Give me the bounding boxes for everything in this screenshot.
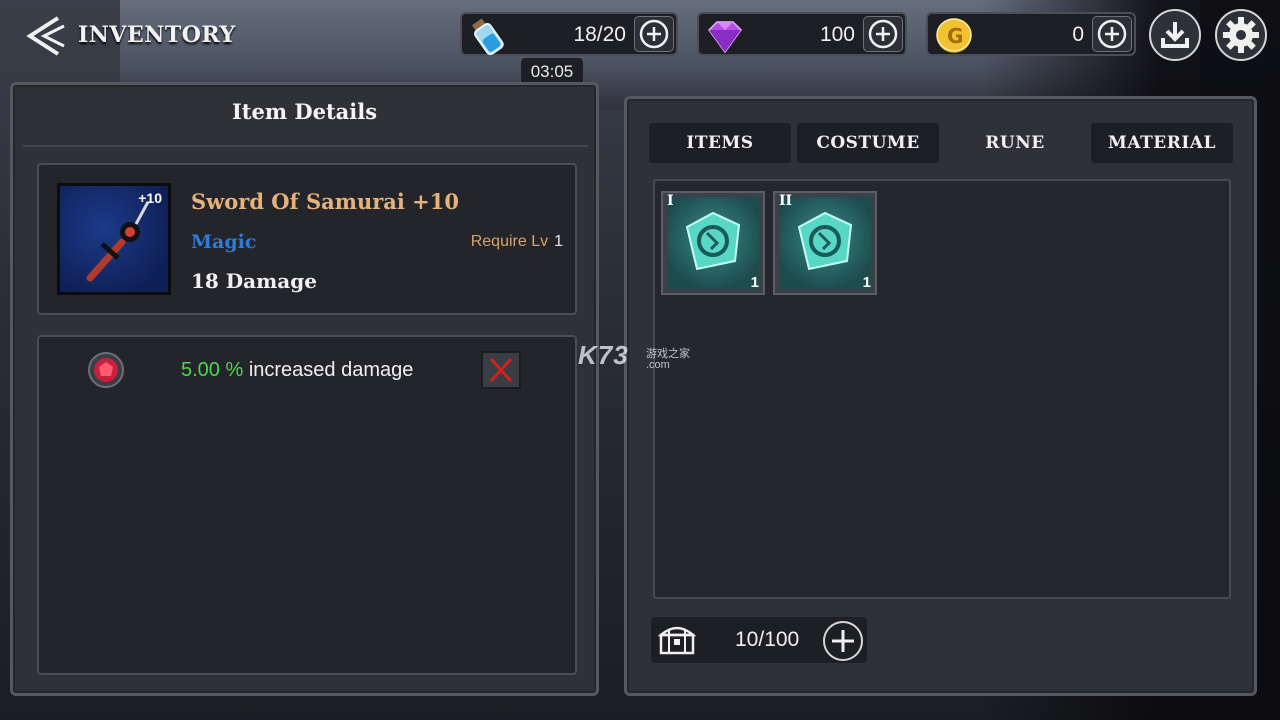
plus-icon [1097,19,1127,49]
chest-icon [657,626,697,655]
stat-description: increased damage [248,359,414,381]
slot-count: 1 [862,274,871,291]
download-icon [1161,22,1189,48]
stat-value: 5.00 % [181,359,244,381]
gem-counter: 100 [697,12,907,56]
download-button[interactable] [1149,9,1201,61]
tab-rune[interactable]: RUNE [944,123,1086,163]
slot-count: 1 [750,274,759,291]
gold-value: 0 [1072,23,1084,46]
expand-capacity-button[interactable] [823,621,863,661]
gear-icon [1223,17,1259,53]
red-gem-icon [88,352,124,388]
stat-row: 5.00 % increased damage [51,351,561,391]
potion-icon [471,18,504,56]
divider [23,145,588,147]
back-button[interactable] [24,14,68,58]
inventory-slot[interactable]: I 1 [661,191,765,295]
energy-counter: 18/20 [460,12,678,56]
inventory-tabs: ITEMS COSTUME RUNE MATERIAL [649,123,1235,163]
enhance-level: +10 [138,190,162,206]
stat-text: 5.00 % increased damage [181,359,413,382]
inventory-capacity: 10/100 [651,617,867,663]
tab-items[interactable]: ITEMS [649,123,791,163]
item-name: Sword Of Samurai +10 [191,189,459,214]
tab-costume[interactable]: COSTUME [797,123,939,163]
add-gold-button[interactable] [1092,16,1132,52]
svg-text:G: G [947,24,963,48]
gold-coin-icon: G [936,18,972,53]
screen-title: INVENTORY [78,22,236,48]
rune-stone-icon [779,197,871,289]
item-details-title: Item Details [231,99,378,124]
plus-icon [832,630,854,652]
close-icon [489,357,513,383]
inventory-slot[interactable]: II 1 [773,191,877,295]
watermark-logo: K73 [578,340,629,370]
rune-stone-icon [667,197,759,289]
purple-gem-icon [708,21,742,54]
required-level: Require Lv 1 [471,233,563,251]
slot-tier: II [779,193,793,209]
item-type: Magic [191,231,257,253]
plus-icon [868,19,898,49]
add-gems-button[interactable] [863,16,903,52]
gem-value: 100 [819,23,855,46]
gold-counter: G 0 [926,12,1136,56]
item-card: +10 Sword Of Samurai +10 Magic Require L… [37,163,577,315]
rune-stats-box: 5.00 % increased damage [37,335,577,675]
watermark: K73 游戏之家 .com [578,340,690,371]
tab-material[interactable]: MATERIAL [1091,123,1233,163]
capacity-value: 10/100 [735,628,800,651]
top-bar: INVENTORY 18/20 03:05 100 G 0 [0,0,1280,86]
watermark-domain: .com [646,359,670,371]
plus-icon [639,19,669,49]
item-damage: 18 Damage [191,269,317,293]
required-level-label: Require Lv [470,233,549,250]
add-energy-button[interactable] [634,16,674,52]
energy-value: 18/20 [573,23,626,46]
inventory-panel: ITEMS COSTUME RUNE MATERIAL I 1 II 1 10/… [624,96,1257,696]
slot-tier: I [667,193,674,209]
item-details-panel: Item Details +10 Sword Of Samurai +10 Ma… [10,82,599,696]
remove-rune-button[interactable] [481,351,521,389]
inventory-grid: I 1 II 1 [653,179,1231,599]
required-level-value: 1 [554,233,563,250]
back-arrow-icon [26,16,65,56]
settings-button[interactable] [1215,9,1267,61]
item-icon-frame[interactable]: +10 [57,183,171,295]
